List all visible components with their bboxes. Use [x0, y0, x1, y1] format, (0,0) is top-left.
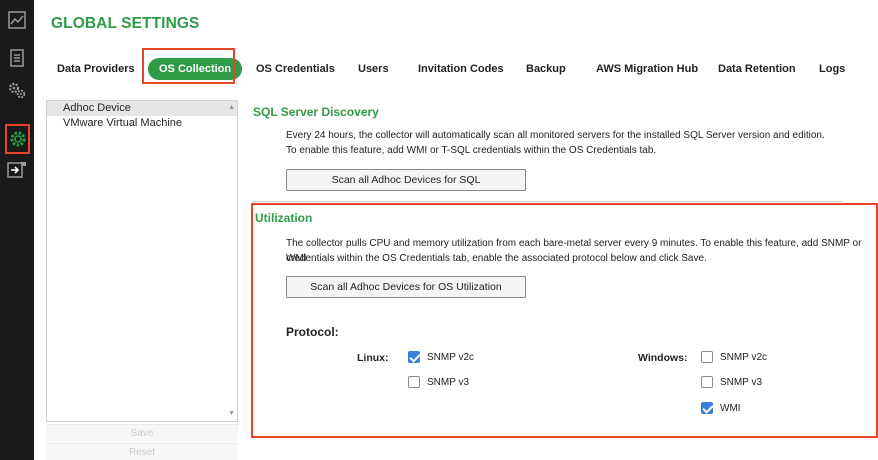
scan-sql-button[interactable]: Scan all Adhoc Devices for SQL — [286, 169, 526, 191]
windows-wmi-label: WMI — [720, 403, 741, 414]
list-item-vmware-virtual-machine[interactable]: VMware Virtual Machine — [47, 116, 237, 131]
left-nav-rail — [0, 0, 34, 460]
windows-snmp-v3-label: SNMP v3 — [720, 377, 763, 388]
utilization-section-title: Utilization — [255, 211, 313, 225]
windows-wmi-checkbox[interactable] — [701, 402, 713, 414]
device-type-list[interactable]: Adhoc Device VMware Virtual Machine ▲ ▼ — [46, 100, 238, 422]
section-divider — [253, 201, 842, 202]
windows-label: Windows: — [638, 352, 688, 364]
tab-logs[interactable]: Logs — [819, 54, 845, 84]
sql-section-title: SQL Server Discovery — [253, 105, 379, 119]
export-icon[interactable] — [7, 160, 27, 180]
save-button[interactable]: Save — [46, 424, 238, 442]
sql-description-line2: To enable this feature, add WMI or T-SQL… — [286, 145, 657, 156]
page-title: GLOBAL SETTINGS — [51, 15, 200, 32]
document-icon[interactable] — [7, 48, 27, 68]
gears-icon[interactable] — [7, 80, 27, 100]
windows-snmp-v2c-label: SNMP v2c — [720, 352, 768, 363]
linux-snmp-v3-label: SNMP v3 — [427, 377, 470, 388]
settings-gear-icon[interactable] — [5, 124, 30, 154]
list-item-adhoc-device[interactable]: Adhoc Device — [47, 101, 237, 116]
tab-highlight-frame — [142, 48, 235, 84]
tab-invitation-codes[interactable]: Invitation Codes — [418, 54, 504, 84]
sql-description-line1: Every 24 hours, the collector will autom… — [286, 130, 825, 141]
scan-os-utilization-button[interactable]: Scan all Adhoc Devices for OS Utilizatio… — [286, 276, 526, 298]
scroll-down-arrow-icon[interactable]: ▼ — [228, 410, 235, 417]
windows-snmp-v2c-checkbox[interactable] — [701, 351, 713, 363]
tab-aws-migration-hub[interactable]: AWS Migration Hub — [596, 54, 698, 84]
tab-data-providers[interactable]: Data Providers — [57, 54, 135, 84]
windows-snmp-v3-checkbox[interactable] — [701, 376, 713, 388]
protocol-heading: Protocol: — [286, 325, 339, 339]
linux-snmp-v3-checkbox[interactable] — [408, 376, 420, 388]
reset-button[interactable]: Reset — [46, 443, 238, 460]
tab-os-credentials[interactable]: OS Credentials — [256, 54, 335, 84]
tab-backup[interactable]: Backup — [526, 54, 566, 84]
dashboard-icon[interactable] — [7, 10, 27, 30]
linux-label: Linux: — [357, 352, 389, 364]
scroll-up-arrow-icon[interactable]: ▲ — [228, 104, 235, 111]
linux-snmp-v2c-checkbox[interactable] — [408, 351, 420, 363]
tab-data-retention[interactable]: Data Retention — [718, 54, 796, 84]
tab-users[interactable]: Users — [358, 54, 389, 84]
utilization-description-line2: credentials within the OS Credentials ta… — [286, 253, 707, 264]
linux-snmp-v2c-label: SNMP v2c — [427, 352, 475, 363]
